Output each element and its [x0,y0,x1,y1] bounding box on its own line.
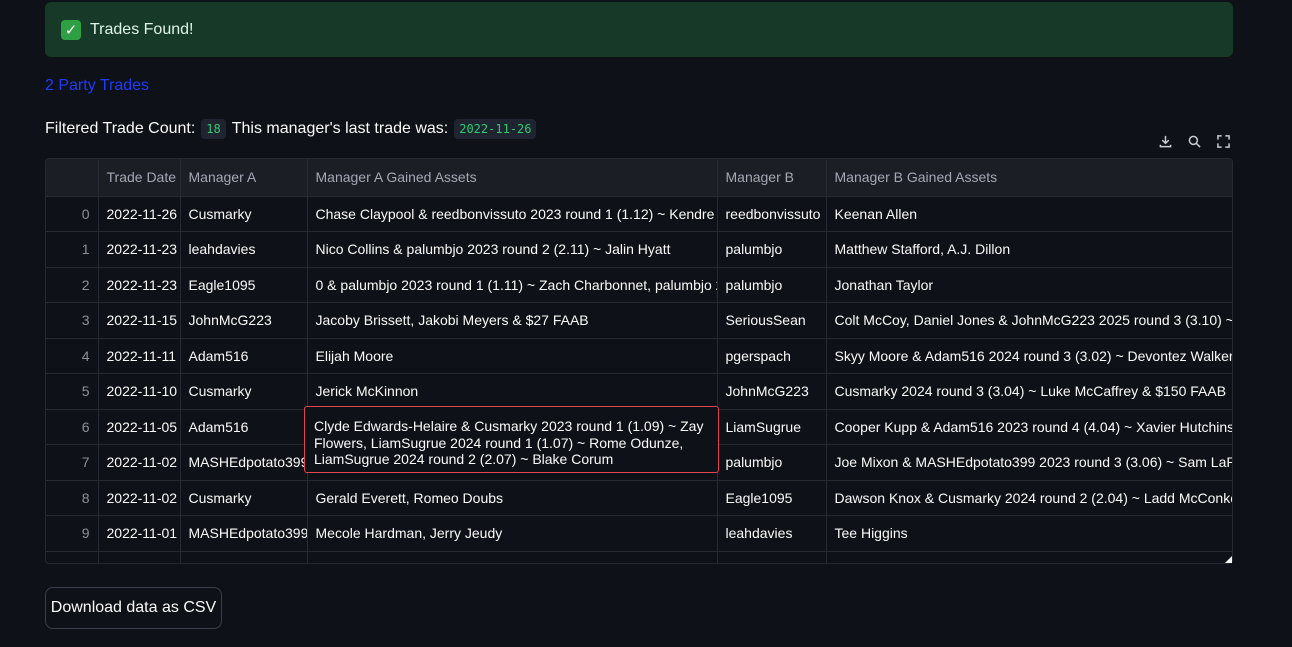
cell-manager-b-assets[interactable] [826,551,1232,563]
cell-manager-b[interactable]: SeriousSean [717,302,827,339]
cell-manager-b-assets[interactable]: Dawson Knox & Cusmarky 2024 round 2 (2.0… [826,480,1232,516]
download-icon[interactable] [1155,131,1175,151]
cell-manager-b-assets[interactable]: Joe Mixon & MASHEdpotato399 2023 round 3… [826,444,1232,481]
cell-index[interactable]: 0 [46,196,99,232]
cell-manager-a-assets[interactable]: 0 & palumbjo 2023 round 1 (1.11) ~ Zach … [307,267,718,303]
cell-manager-a[interactable]: Adam516 [180,338,308,374]
cell-manager-b-assets[interactable]: Tee Higgins [826,515,1232,552]
selected-cell-editor[interactable]: Clyde Edwards-Helaire & Cusmarky 2023 ro… [304,406,719,473]
cell-manager-a[interactable]: leahdavies [180,231,308,268]
cell-manager-a-assets[interactable]: Elijah Moore [307,338,718,374]
search-icon[interactable] [1184,131,1204,151]
cell-manager-b-assets[interactable]: Colt McCoy, Daniel Jones & JohnMcG223 20… [826,302,1232,339]
cell-trade-date[interactable]: 2022-11-02 [98,480,181,516]
table-row[interactable]: 4 2022-11-11 Adam516 Elijah Moore pgerspach S… [46,338,1232,374]
cell-manager-a-assets[interactable]: Chase Claypool & reedbonvissuto 2023 rou… [307,196,718,232]
cell-index[interactable]: 5 [46,373,99,410]
cell-manager-b-assets[interactable]: Cooper Kupp & Adam516 2023 round 4 (4.04… [826,409,1232,445]
cell-manager-b[interactable] [717,551,827,563]
cell-manager-a-assets[interactable]: Jerick McKinnon [307,373,718,410]
cell-trade-date[interactable]: 2022-11-11 [98,338,181,374]
column-header-trade-date[interactable]: Trade Date [98,159,181,197]
count-value: 18 [201,119,226,139]
table-header-row: Trade Date Manager A Manager A Gained As… [46,159,1232,197]
cell-manager-b[interactable]: palumbjo [717,444,827,481]
table-row[interactable]: 3 2022-11-15 JohnMcG223 Jacoby Brissett, Ja… [46,302,1232,339]
cell-index[interactable]: 6 [46,409,99,445]
last-trade-label: This manager's last trade was: [231,120,449,137]
column-header-manager-a-assets[interactable]: Manager A Gained Assets [307,159,718,197]
column-header-manager-a[interactable]: Manager A [180,159,308,197]
cell-manager-b-assets[interactable]: Matthew Stafford, A.J. Dillon [826,231,1232,268]
cell-manager-a[interactable]: MASHEdpotato399 [180,444,308,481]
cell-manager-b-assets[interactable]: Keenan Allen [826,196,1232,232]
cell-trade-date[interactable]: 2022-11-01 [98,515,181,552]
cell-trade-date[interactable]: 2022-11-23 [98,267,181,303]
cell-index[interactable]: 1 [46,231,99,268]
cell-manager-a-assets[interactable] [307,551,718,563]
cell-index[interactable]: 4 [46,338,99,374]
cell-manager-a-assets[interactable]: Mecole Hardman, Jerry Jeudy [307,515,718,552]
cell-trade-date[interactable]: 2022-11-02 [98,444,181,481]
cell-manager-a-assets[interactable]: Jacoby Brissett, Jakobi Meyers & $27 FAA… [307,302,718,339]
cell-manager-a-assets[interactable]: Nico Collins & palumbjo 2023 round 2 (2.… [307,231,718,268]
table-toolbar [1155,131,1233,151]
cell-manager-b-assets[interactable]: Jonathan Taylor [826,267,1232,303]
last-trade-value: 2022-11-26 [454,119,537,139]
cell-index[interactable] [46,551,99,563]
cell-manager-b[interactable]: LiamSugrue [717,409,827,445]
cell-index[interactable]: 7 [46,444,99,481]
cell-manager-b[interactable]: pgerspach [717,338,827,374]
cell-trade-date[interactable] [98,551,181,563]
cell-manager-b[interactable]: palumbjo [717,267,827,303]
trade-summary: Filtered Trade Count: 18 This manager's … [45,119,542,139]
fullscreen-icon[interactable] [1213,131,1233,151]
cell-manager-b[interactable]: JohnMcG223 [717,373,827,410]
count-label: Filtered Trade Count: [45,120,196,137]
table-row[interactable]: 1 2022-11-23 leahdavies Nico Collins & palu… [46,231,1232,268]
cell-trade-date[interactable]: 2022-11-05 [98,409,181,445]
cell-index[interactable]: 3 [46,302,99,339]
column-header-index[interactable] [46,159,99,197]
cell-manager-a[interactable]: Cusmarky [180,480,308,516]
cell-manager-b[interactable]: palumbjo [717,231,827,268]
table-row[interactable]: 9 2022-11-01 MASHEdpotato399 Mecole Hardman… [46,515,1232,552]
cell-manager-a-assets[interactable]: Gerald Everett, Romeo Doubs [307,480,718,516]
cell-index[interactable]: 9 [46,515,99,552]
cell-manager-a[interactable]: MASHEdpotato399 [180,515,308,552]
cell-manager-a[interactable]: Cusmarky [180,196,308,232]
table-row[interactable]: 8 2022-11-02 Cusmarky Gerald Everett, Romeo… [46,480,1232,516]
trades-table[interactable]: Trade Date Manager A Manager A Gained As… [45,158,1233,564]
resize-handle[interactable] [1225,556,1232,563]
table-row[interactable]: 0 2022-11-26 Cusmarky Chase Claypool & reed… [46,196,1232,232]
cell-manager-a[interactable]: JohnMcG223 [180,302,308,339]
table-row[interactable]: 2 2022-11-23 Eagle1095 0 & palumbjo 2023 ro… [46,267,1232,303]
cell-manager-a[interactable]: Eagle1095 [180,267,308,303]
column-header-manager-b-assets[interactable]: Manager B Gained Assets [826,159,1232,197]
column-header-manager-b[interactable]: Manager B [717,159,827,197]
cell-manager-b[interactable]: reedbonvissuto [717,196,827,232]
cell-manager-b-assets[interactable]: Skyy Moore & Adam516 2024 round 3 (3.02)… [826,338,1232,374]
cell-manager-b[interactable]: leahdavies [717,515,827,552]
cell-trade-date[interactable]: 2022-11-26 [98,196,181,232]
cell-manager-a[interactable] [180,551,308,563]
cell-trade-date[interactable]: 2022-11-23 [98,231,181,268]
cell-index[interactable]: 2 [46,267,99,303]
table-row-partial[interactable] [46,551,1232,563]
cell-trade-date[interactable]: 2022-11-15 [98,302,181,339]
cell-trade-date[interactable]: 2022-11-10 [98,373,181,410]
check-box-icon: ✓ [61,19,81,40]
cell-manager-b-assets[interactable]: Cusmarky 2024 round 3 (3.04) ~ Luke McCa… [826,373,1232,410]
table-row[interactable]: 5 2022-11-10 Cusmarky Jerick McKinnon JohnMc… [46,373,1232,410]
two-party-trades-link[interactable]: 2 Party Trades [45,77,149,95]
cell-index[interactable]: 8 [46,480,99,516]
download-csv-button[interactable]: Download data as CSV [45,587,222,629]
cell-manager-a[interactable]: Cusmarky [180,373,308,410]
cell-manager-a[interactable]: Adam516 [180,409,308,445]
cell-manager-b[interactable]: Eagle1095 [717,480,827,516]
success-alert: ✓ Trades Found! [45,2,1233,57]
alert-text: Trades Found! [90,20,194,38]
